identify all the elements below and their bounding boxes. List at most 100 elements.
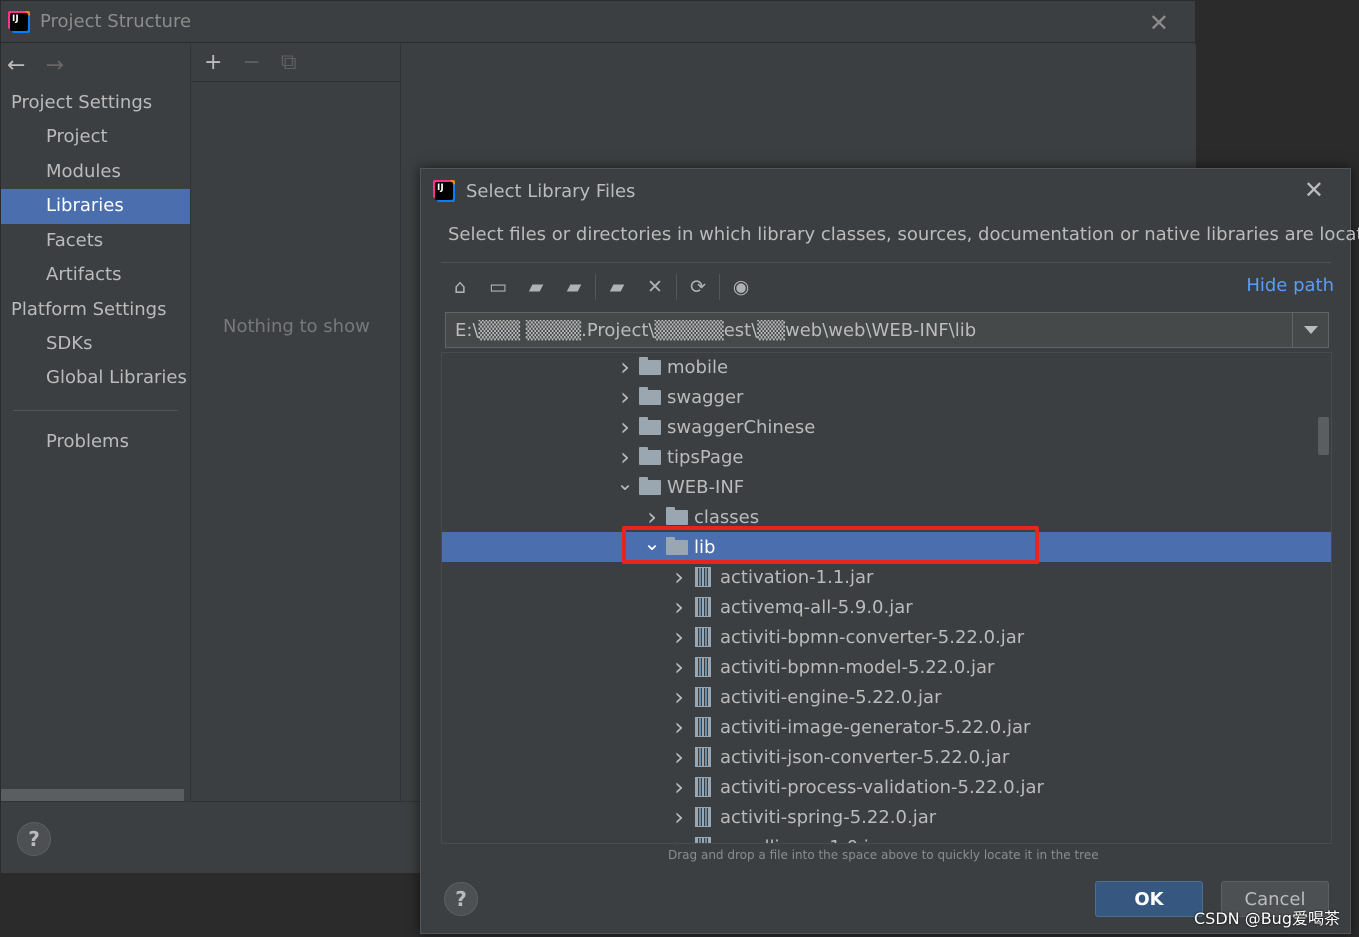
add-icon[interactable]: + — [204, 50, 222, 75]
help-button[interactable]: ? — [444, 882, 478, 916]
desktop-icon[interactable]: ▭ — [479, 269, 517, 305]
window-titlebar: IJ Project Structure ✕ — [1, 1, 1195, 43]
chevron-right-icon[interactable]: › — [666, 802, 692, 832]
hide-path-link[interactable]: Hide path — [1246, 275, 1334, 296]
jar-file-icon — [695, 687, 711, 707]
tree-item-label: lib — [694, 536, 716, 558]
jar-file-icon — [695, 597, 711, 617]
new-folder-icon[interactable]: ▰ — [598, 269, 636, 305]
sidebar-item-sdks[interactable]: SDKs — [1, 327, 190, 362]
tree-item-label: activiti-bpmn-model-5.22.0.jar — [720, 656, 995, 678]
folder-icon — [639, 476, 661, 495]
file-chooser-toolbar: ⌂ ▭ ▰ ▰ ▰ ✕ ⟳ ◉ Hide path — [441, 269, 1334, 305]
chevron-right-icon[interactable]: › — [666, 832, 692, 843]
sidebar-item-global-libraries[interactable]: Global Libraries — [1, 361, 190, 396]
chevron-right-icon[interactable]: › — [612, 382, 638, 412]
sidebar-divider — [13, 409, 178, 411]
ok-button[interactable]: OK — [1095, 881, 1203, 917]
module-folder-icon[interactable]: ▰ — [555, 269, 593, 305]
window-title: Project Structure — [40, 11, 192, 32]
libraries-toolbar: + − ⧉ — [192, 44, 400, 82]
show-hidden-icon[interactable]: ◉ — [722, 269, 760, 305]
tree-item-jar[interactable]: › activiti-json-converter-5.22.0.jar — [442, 742, 1331, 772]
toolbar-separator — [676, 274, 677, 300]
chevron-right-icon[interactable]: › — [666, 562, 692, 592]
path-field[interactable]: E:\▒▒▒ ▒▒▒▒.Project\▒▒▒▒▒est\▒▒web\web\W… — [446, 320, 1292, 341]
tree-item-folder[interactable]: › classes — [442, 502, 1331, 532]
close-icon[interactable]: ✕ — [1149, 9, 1169, 37]
tree-item-folder[interactable]: ⌄ WEB-INF — [442, 471, 1331, 502]
tree-item-jar[interactable]: › aopalliance-1.0.jar — [442, 832, 1331, 843]
chevron-right-icon[interactable]: › — [666, 772, 692, 802]
select-library-files-dialog: IJ Select Library Files ✕ Select files o… — [420, 168, 1359, 934]
chevron-down-icon — [1303, 326, 1318, 334]
forward-arrow-icon[interactable]: → — [45, 53, 63, 78]
chevron-right-icon[interactable]: › — [612, 412, 638, 442]
jar-file-icon — [695, 747, 711, 767]
sidebar-item-problems[interactable]: Problems — [1, 425, 190, 460]
folder-icon — [666, 536, 688, 555]
tree-item-label: activiti-bpmn-converter-5.22.0.jar — [720, 626, 1025, 648]
delete-icon[interactable]: ✕ — [636, 269, 674, 305]
chevron-right-icon[interactable]: › — [666, 682, 692, 712]
jar-file-icon — [695, 567, 711, 587]
project-folder-icon[interactable]: ▰ — [517, 269, 555, 305]
folder-icon — [639, 446, 661, 465]
tree-item-jar[interactable]: › activiti-bpmn-model-5.22.0.jar — [442, 652, 1331, 682]
intellij-logo-icon: IJ — [432, 179, 456, 203]
tree-item-jar[interactable]: › activiti-bpmn-converter-5.22.0.jar — [442, 622, 1331, 652]
tree-item-jar[interactable]: › activemq-all-5.9.0.jar — [442, 592, 1331, 622]
tree-item-folder[interactable]: ⌄ lib — [442, 531, 1331, 562]
chevron-right-icon[interactable]: › — [666, 592, 692, 622]
tree-item-folder[interactable]: › swaggerChinese — [442, 412, 1331, 442]
back-arrow-icon[interactable]: ← — [7, 53, 25, 78]
chevron-right-icon[interactable]: › — [666, 652, 692, 682]
chevron-down-icon[interactable]: ⌄ — [612, 468, 638, 498]
tree-item-label: WEB-INF — [667, 476, 745, 498]
tree-item-jar[interactable]: › activation-1.1.jar — [442, 562, 1331, 592]
settings-sidebar: ← → Project Settings Project Modules Lib… — [1, 44, 191, 801]
nav-buttons: ← → — [1, 44, 190, 86]
file-tree[interactable]: › mobile › swagger › swaggerChinese › tipsPage ⌄… — [441, 352, 1332, 844]
tree-item-label: swagger — [667, 386, 744, 408]
help-button[interactable]: ? — [17, 822, 51, 856]
sidebar-item-libraries[interactable]: Libraries — [1, 189, 190, 224]
sidebar-item-facets[interactable]: Facets — [1, 224, 190, 259]
chevron-right-icon[interactable]: › — [612, 353, 638, 382]
home-icon[interactable]: ⌂ — [441, 269, 479, 305]
path-combobox[interactable]: E:\▒▒▒ ▒▒▒▒.Project\▒▒▒▒▒est\▒▒web\web\W… — [445, 312, 1329, 348]
jar-file-icon — [695, 777, 711, 797]
dropdown-button[interactable] — [1292, 313, 1328, 347]
tree-item-jar[interactable]: › activiti-spring-5.22.0.jar — [442, 802, 1331, 832]
tree-item-label: classes — [694, 506, 760, 528]
jar-file-icon — [695, 837, 711, 843]
tree-item-jar[interactable]: › activiti-image-generator-5.22.0.jar — [442, 712, 1331, 742]
sidebar-item-modules[interactable]: Modules — [1, 155, 190, 190]
jar-file-icon — [695, 657, 711, 677]
tree-item-jar[interactable]: › activiti-engine-5.22.0.jar — [442, 682, 1331, 712]
tree-item-label: activiti-json-converter-5.22.0.jar — [720, 746, 1010, 768]
tree-item-folder[interactable]: › tipsPage — [442, 442, 1331, 472]
close-icon[interactable]: ✕ — [1304, 176, 1324, 204]
tree-item-label: mobile — [667, 356, 729, 378]
dialog-titlebar: IJ Select Library Files ✕ — [421, 169, 1350, 213]
tree-item-folder[interactable]: › swagger — [442, 382, 1331, 412]
sidebar-item-project[interactable]: Project — [1, 120, 190, 155]
folder-icon — [639, 356, 661, 375]
sidebar-item-artifacts[interactable]: Artifacts — [1, 258, 190, 293]
chevron-down-icon[interactable]: ⌄ — [639, 528, 665, 558]
tree-item-jar[interactable]: › activiti-process-validation-5.22.0.jar — [442, 772, 1331, 802]
sidebar-scrollbar[interactable] — [1, 789, 184, 801]
jar-file-icon — [695, 717, 711, 737]
chevron-right-icon[interactable]: › — [666, 742, 692, 772]
copy-icon[interactable]: ⧉ — [281, 50, 297, 75]
tree-item-folder[interactable]: › mobile — [442, 353, 1331, 382]
remove-icon[interactable]: − — [242, 50, 260, 75]
chevron-right-icon[interactable]: › — [666, 622, 692, 652]
dialog-title: Select Library Files — [466, 180, 636, 202]
refresh-icon[interactable]: ⟳ — [679, 269, 717, 305]
libraries-list-panel: + − ⧉ Nothing to show — [192, 44, 401, 801]
chevron-right-icon[interactable]: › — [666, 712, 692, 742]
drag-drop-hint: Drag and drop a file into the space abov… — [668, 848, 1099, 862]
tree-item-label: activiti-spring-5.22.0.jar — [720, 806, 937, 828]
